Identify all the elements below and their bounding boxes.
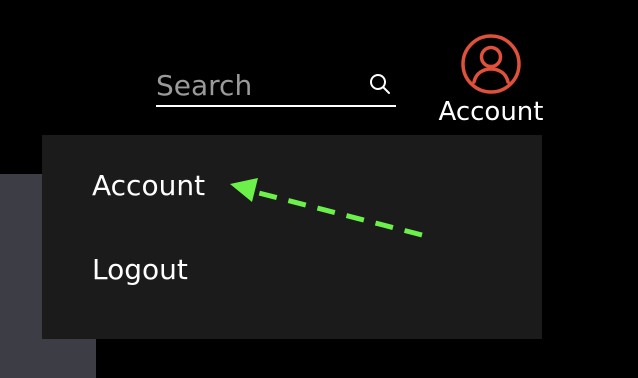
account-button[interactable]: Account [436, 30, 546, 130]
search-bar [156, 64, 396, 107]
search-input[interactable] [156, 66, 356, 104]
user-circle-icon [460, 33, 522, 95]
account-label: Account [438, 97, 544, 127]
account-dropdown-menu: Account Logout [42, 135, 542, 339]
menu-item-logout[interactable]: Logout [92, 253, 188, 286]
search-icon[interactable] [368, 72, 392, 96]
menu-item-account[interactable]: Account [92, 169, 205, 202]
